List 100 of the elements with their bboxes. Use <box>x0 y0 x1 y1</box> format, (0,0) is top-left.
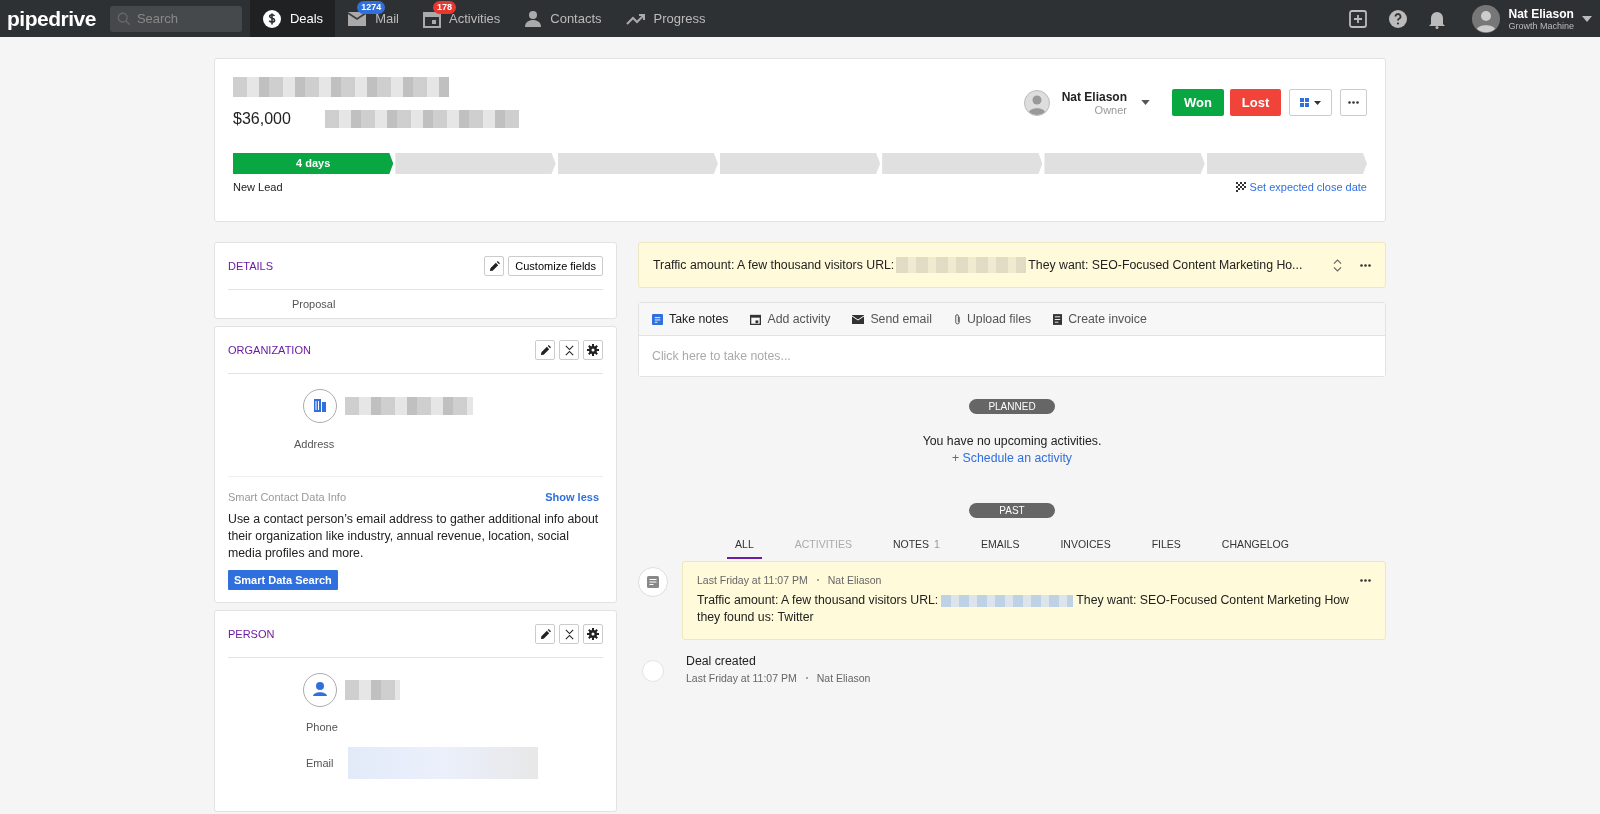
show-less-link[interactable]: Show less <box>545 491 599 503</box>
count-badge: 1274 <box>357 1 386 14</box>
collapse-icon <box>563 344 575 356</box>
more-icon <box>1348 101 1359 104</box>
field-label: Address <box>294 438 335 450</box>
field-label: Email <box>306 757 334 769</box>
smart-data-search-button[interactable]: Smart Data Search <box>228 570 338 590</box>
unlink-button[interactable] <box>559 624 579 644</box>
note-icon <box>638 567 668 597</box>
count-badge: 178 <box>432 1 456 14</box>
event-title: Deal created <box>686 654 757 668</box>
checkered-flag-icon <box>1235 182 1246 192</box>
section-label: PAST <box>969 503 1055 518</box>
deal-value: $36,000 <box>233 110 291 128</box>
note-author: Nat Eliason <box>827 574 882 586</box>
trend-icon <box>625 11 646 26</box>
note-icon <box>652 313 663 325</box>
filter-tab[interactable]: FILES <box>1143 538 1189 559</box>
more-icon[interactable] <box>1360 578 1371 582</box>
gear-icon <box>587 628 599 640</box>
person-icon <box>303 673 337 707</box>
info-title: Smart Contact Data Info <box>228 491 346 503</box>
composer-tab[interactable]: Take notes <box>652 312 729 326</box>
lost-button[interactable]: Lost <box>1230 89 1281 116</box>
owner-label: Owner <box>1094 103 1127 116</box>
calendar-icon <box>422 9 441 28</box>
event-author: Nat Eliason <box>816 672 871 684</box>
note-time: Last Friday at 11:07 PM <box>697 574 808 586</box>
caret-icon <box>1314 100 1321 105</box>
person-icon <box>524 9 543 28</box>
nav-tab[interactable]: Progress <box>613 0 718 37</box>
field-value: Proposal <box>292 298 336 310</box>
caret-icon[interactable] <box>1141 100 1150 105</box>
edit-button[interactable] <box>535 624 555 644</box>
dollar-icon <box>261 8 282 29</box>
close-date-link[interactable]: Set expected close date <box>1249 181 1367 193</box>
composer-tab[interactable]: Upload files <box>953 312 1032 326</box>
search-input[interactable]: Search <box>136 11 232 26</box>
nav-tab[interactable]: Mail 1274 <box>335 0 411 37</box>
envelope-icon <box>852 314 865 324</box>
separator-dot <box>816 579 819 581</box>
caret-icon[interactable] <box>1582 15 1592 22</box>
receipt-icon <box>1053 313 1063 325</box>
envelope-icon <box>347 10 368 27</box>
more-icon[interactable] <box>1360 263 1371 267</box>
event-time: Last Friday at 11:07 PM <box>686 672 797 684</box>
note-text: Traffic amount: A few thousand visitors URL: <box>697 592 939 609</box>
unlink-button[interactable] <box>559 340 579 360</box>
search-icon <box>116 11 131 26</box>
customize-fields-button[interactable]: Customize fields <box>508 256 603 276</box>
section-title: ORGANIZATION <box>228 344 311 356</box>
composer-tab[interactable]: Create invoice <box>1053 312 1147 326</box>
pencil-icon <box>539 628 551 640</box>
edit-button[interactable] <box>535 340 555 360</box>
composer-tab[interactable]: Add activity <box>750 312 831 326</box>
owner-name: Nat Eliason <box>1061 89 1127 104</box>
note-text: they found us: Twitter <box>697 609 814 626</box>
section-label: PLANNED <box>969 399 1055 414</box>
user-name: Nat Eliason <box>1508 6 1574 21</box>
note-text: Traffic amount: A few thousand visitors URL: <box>653 258 895 272</box>
company-name: Growth Machine <box>1508 20 1574 31</box>
note-text: They want: SEO-Focused Content Marketing Ho... <box>1028 258 1303 272</box>
collapse-icon <box>563 628 575 640</box>
view-button[interactable] <box>1289 89 1332 116</box>
filter-tab[interactable]: ALL <box>727 538 762 559</box>
info-text: Use a contact person’s email address to gather additional info about their organization like industry, annual revenue, location, social media profiles and more. <box>228 511 600 562</box>
pencil-icon <box>488 260 500 272</box>
app-logo[interactable]: pipedrive <box>0 6 110 31</box>
filter-tab[interactable]: INVOICES <box>1052 538 1119 559</box>
notes-input[interactable]: Click here to take notes... <box>652 349 1372 363</box>
settings-button[interactable] <box>583 624 603 644</box>
note-text: They want: SEO-Focused Content Marketing How <box>1076 592 1349 609</box>
nav-tab[interactable]: Activities 178 <box>410 0 513 37</box>
filter-tab[interactable]: EMAILS <box>972 538 1028 559</box>
empty-message: You have no upcoming activities. <box>922 434 1102 448</box>
section-title: DETAILS <box>228 260 274 272</box>
expand-icon[interactable] <box>1333 258 1342 272</box>
stage-name: New Lead <box>233 181 283 193</box>
building-icon <box>303 389 337 423</box>
schedule-activity-link[interactable]: + Schedule an activity <box>952 451 1072 465</box>
filter-tab[interactable]: NOTES 1 <box>884 538 948 559</box>
field-label: Phone <box>306 721 338 733</box>
avatar-icon[interactable] <box>1472 4 1501 33</box>
paperclip-icon <box>953 312 961 326</box>
help-icon[interactable] <box>1388 8 1409 29</box>
calendar-icon <box>750 313 762 325</box>
search-field[interactable]: Search <box>109 5 242 32</box>
avatar-icon <box>1023 89 1050 116</box>
edit-button[interactable] <box>484 256 505 276</box>
timeline-dot <box>642 660 664 682</box>
composer-tab[interactable]: Send email <box>852 312 932 326</box>
separator-dot <box>805 677 808 679</box>
settings-button[interactable] <box>583 340 603 360</box>
nav-tab[interactable]: Deals <box>249 0 336 37</box>
grid-icon <box>1300 98 1309 107</box>
filter-tab[interactable]: CHANGELOG <box>1213 538 1297 559</box>
section-title: PERSON <box>228 628 275 640</box>
pencil-icon <box>539 344 551 356</box>
add-icon[interactable] <box>1348 8 1369 29</box>
nav-tab[interactable]: Contacts <box>512 0 614 37</box>
